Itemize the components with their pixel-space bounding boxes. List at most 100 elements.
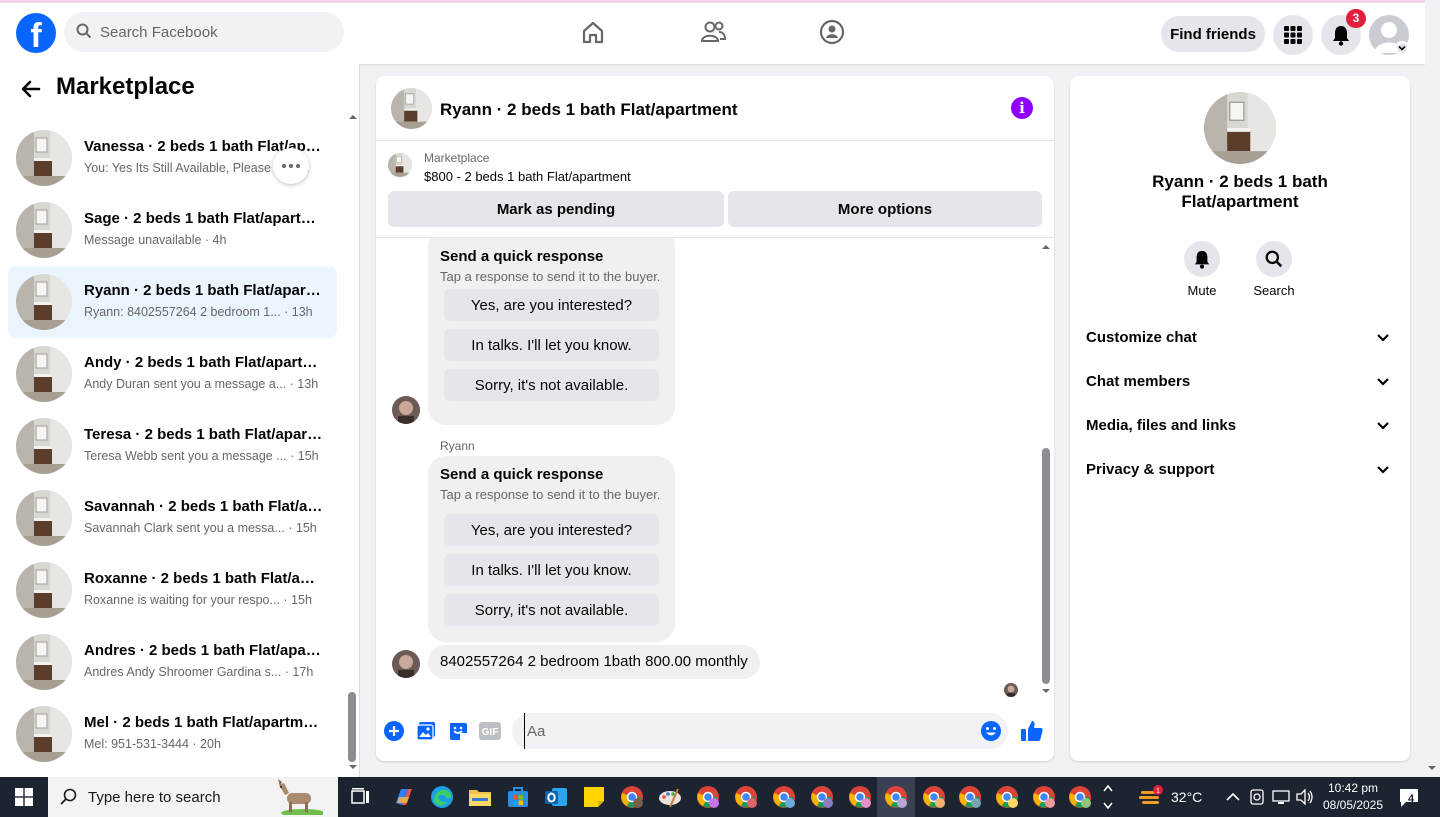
list-item[interactable]: Mel · 2 beds 1 bath Flat/apartment Mel: … [8,698,337,770]
chrome-profile-icon[interactable] [920,783,948,811]
outlook-icon[interactable] [542,783,570,811]
message-input-box[interactable] [512,713,1008,749]
temperature-text[interactable]: 32°C [1171,789,1202,805]
weather-icon[interactable]: 1 [1137,783,1165,811]
list-item[interactable]: Teresa · 2 beds 1 bath Flat/apartment Te… [8,410,337,482]
more-options-button[interactable]: More options [728,191,1042,227]
message-thread-scrollbar[interactable] [1038,238,1054,698]
quick-response-option[interactable]: In talks. I'll let you know. [444,329,659,361]
page-scrollbar[interactable] [1425,0,1440,777]
media-files-links-section[interactable]: Media, files and links [1078,404,1402,448]
chrome-profile-icon[interactable] [732,783,760,811]
listing-thumbnail [388,153,412,177]
list-item[interactable] [8,114,337,122]
facebook-search-input[interactable] [100,12,330,52]
search-icon[interactable] [1256,241,1292,277]
photo-icon[interactable] [415,720,437,742]
list-item[interactable]: Ryann · 2 beds 1 bath Flat/apartment Rya… [8,266,337,338]
meet-now-icon[interactable] [1249,789,1265,805]
sticky-notes-icon[interactable] [580,783,608,811]
chrome-profile-icon[interactable] [694,783,722,811]
taskbar-search-box[interactable] [48,777,338,817]
conversation-snippet: Roxanne is waiting for your respo... · 1… [84,593,312,607]
taskbar-clock[interactable]: 10:42 pm 08/05/2025 [1318,780,1388,814]
notification-center-icon[interactable]: 4 [1398,785,1422,809]
bell-icon[interactable] [1184,241,1220,277]
section-label: Chat members [1086,373,1191,390]
list-item[interactable]: Andy · 2 beds 1 bath Flat/apartment Andy… [8,338,337,410]
windows-start-icon[interactable] [0,777,48,817]
listing-thumbnail [16,130,72,186]
buyer-avatar[interactable] [392,650,420,678]
mark-as-pending-button[interactable]: Mark as pending [388,191,724,227]
info-icon[interactable]: i [1011,97,1033,119]
quick-response-option[interactable]: Sorry, it's not available. [444,369,659,401]
quick-response-option[interactable]: Yes, are you interested? [444,514,659,546]
message-bubble[interactable]: 8402557264 2 bedroom 1bath 800.00 monthl… [428,645,760,679]
taskbar-scroll-arrows-icon[interactable] [1102,782,1114,812]
groups-icon[interactable] [817,17,847,47]
file-explorer-icon[interactable] [466,783,494,811]
chat-panel: Ryann · 2 beds 1 bath Flat/apartment i M… [376,76,1054,761]
task-view-icon[interactable] [347,783,375,811]
chrome-profile-icon[interactable] [882,783,910,811]
show-hidden-icons-chevron-icon[interactable] [1226,792,1240,802]
chrome-profile-icon[interactable] [770,783,798,811]
home-icon[interactable] [578,17,608,47]
search-in-chat-button[interactable]: Search [1234,241,1314,298]
quick-response-option[interactable]: Sorry, it's not available. [444,594,659,626]
gif-icon[interactable]: GIF [479,720,501,742]
taskbar-search-input[interactable] [88,777,278,817]
facebook-search-box[interactable] [64,12,344,52]
plus-circle-icon[interactable] [383,720,405,742]
find-friends-button[interactable]: Find friends [1161,16,1265,52]
chat-details-panel: Ryann · 2 beds 1 bath Flat/apartment Mut… [1070,76,1410,761]
back-arrow-icon[interactable] [20,78,42,100]
mute-button[interactable]: Mute [1162,241,1242,298]
chat-listing-avatar[interactable] [391,88,432,129]
paint-app-icon[interactable] [656,783,684,811]
quick-response-title: Send a quick response [440,466,604,483]
account-chevron-icon[interactable] [1395,41,1409,55]
quick-response-option[interactable]: Yes, are you interested? [444,289,659,321]
listing-thumbnail [16,274,72,330]
chrome-profile-icon[interactable] [1030,783,1058,811]
network-icon[interactable] [1272,789,1290,805]
conversation-list-scrollbar[interactable] [345,114,359,777]
buyer-avatar[interactable] [392,396,420,424]
conversation-more-options-icon[interactable] [273,148,309,184]
listing-avatar-large[interactable] [1204,92,1276,164]
chrome-profile-icon[interactable] [993,783,1021,811]
copilot-icon[interactable] [390,783,418,811]
list-item[interactable]: Savannah · 2 beds 1 bath Flat/apartment … [8,482,337,554]
emoji-icon[interactable] [980,720,1002,742]
scrollbar-thumb[interactable] [348,692,356,762]
message-composer: GIF [376,706,1054,756]
facebook-logo[interactable]: f [16,13,56,53]
list-item[interactable]: Roxanne · 2 beds 1 bath Flat/apartment R… [8,554,337,626]
chrome-profile-icon[interactable] [808,783,836,811]
friends-icon[interactable] [698,17,728,47]
chrome-profile-icon[interactable] [956,783,984,811]
list-item[interactable]: Sage · 2 beds 1 bath Flat/apartment Mess… [8,194,337,266]
scrollbar-thumb[interactable] [1042,448,1050,684]
listing-price-title[interactable]: $800 - 2 beds 1 bath Flat/apartment [424,169,631,184]
customize-chat-section[interactable]: Customize chat [1078,316,1402,360]
chat-members-section[interactable]: Chat members [1078,360,1402,404]
section-label: Customize chat [1086,329,1197,346]
chrome-profile-icon[interactable] [1066,783,1094,811]
like-thumb-icon[interactable] [1020,719,1044,743]
menu-grid-icon[interactable] [1273,15,1313,55]
quick-response-option[interactable]: In talks. I'll let you know. [444,554,659,586]
microsoft-store-icon[interactable] [504,783,532,811]
message-input[interactable] [524,713,964,749]
privacy-support-section[interactable]: Privacy & support [1078,448,1402,492]
volume-icon[interactable] [1296,789,1314,805]
list-item[interactable]: Andres · 2 beds 1 bath Flat/apartment An… [8,626,337,698]
notification-badge: 3 [1346,9,1366,28]
sticker-icon[interactable] [447,720,469,742]
edge-browser-icon[interactable] [428,783,456,811]
chat-title[interactable]: Ryann · 2 beds 1 bath Flat/apartment [440,100,738,120]
chrome-profile-icon[interactable] [618,783,646,811]
chrome-profile-icon[interactable] [846,783,874,811]
